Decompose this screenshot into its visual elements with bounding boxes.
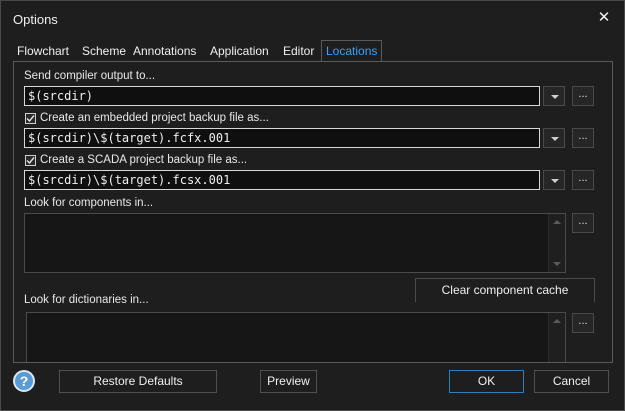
embedded-backup-combo[interactable]: $(srcdir)\$(target).fcfx.001 bbox=[24, 128, 540, 148]
checkbox-check-icon bbox=[26, 157, 35, 165]
compiler-output-browse-button[interactable]: ... bbox=[572, 86, 594, 106]
checkbox-check-icon bbox=[26, 115, 35, 123]
dialog-title: Options bbox=[13, 12, 58, 27]
dictionaries-scrollbar[interactable] bbox=[548, 313, 565, 362]
tab-locations[interactable]: Locations bbox=[321, 40, 383, 62]
compiler-output-value: $(srcdir) bbox=[28, 89, 94, 103]
ok-button[interactable]: OK bbox=[449, 370, 524, 393]
dropdown-arrow-icon bbox=[551, 95, 559, 99]
options-dialog: Options ✕ Flowchart Scheme Annotations A… bbox=[0, 0, 625, 411]
dictionaries-browse-button[interactable]: ... bbox=[572, 313, 594, 333]
close-icon[interactable]: ✕ bbox=[594, 8, 614, 28]
dropdown-arrow-icon bbox=[551, 179, 559, 183]
preview-button[interactable]: Preview bbox=[260, 370, 317, 393]
cancel-button[interactable]: Cancel bbox=[534, 370, 609, 393]
scada-backup-checkbox[interactable] bbox=[25, 155, 36, 166]
tab-annotations[interactable]: Annotations bbox=[129, 41, 200, 61]
tab-scheme[interactable]: Scheme bbox=[78, 41, 130, 61]
components-label: Look for components in... bbox=[24, 197, 154, 209]
compiler-output-combo[interactable]: $(srcdir) bbox=[24, 86, 540, 106]
restore-defaults-button[interactable]: Restore Defaults bbox=[59, 370, 217, 393]
compiler-output-dropdown[interactable] bbox=[543, 86, 565, 106]
tab-editor[interactable]: Editor bbox=[279, 41, 318, 61]
embedded-backup-browse-button[interactable]: ... bbox=[572, 128, 594, 148]
dictionaries-list[interactable] bbox=[26, 312, 566, 362]
scada-backup-combo[interactable]: $(srcdir)\$(target).fcsx.001 bbox=[24, 170, 540, 190]
scroll-up-icon[interactable] bbox=[553, 220, 561, 224]
title-bar: Options ✕ bbox=[1, 1, 624, 37]
scada-backup-label: Create a SCADA project backup file as... bbox=[40, 154, 248, 166]
scada-backup-dropdown[interactable] bbox=[543, 170, 565, 190]
embedded-backup-dropdown[interactable] bbox=[543, 128, 565, 148]
compiler-output-label: Send compiler output to... bbox=[24, 70, 156, 82]
scroll-down-icon[interactable] bbox=[553, 262, 561, 266]
components-list[interactable] bbox=[24, 213, 566, 273]
embedded-backup-checkbox[interactable] bbox=[25, 113, 36, 124]
scada-backup-browse-button[interactable]: ... bbox=[572, 170, 594, 190]
embedded-backup-label: Create an embedded project backup file a… bbox=[40, 112, 269, 124]
scada-backup-value: $(srcdir)\$(target).fcsx.001 bbox=[28, 173, 231, 187]
tab-application[interactable]: Application bbox=[206, 41, 273, 61]
help-icon[interactable]: ? bbox=[13, 370, 35, 392]
components-scrollbar[interactable] bbox=[548, 214, 565, 272]
dropdown-arrow-icon bbox=[551, 137, 559, 141]
clear-component-cache-button[interactable]: Clear component cache bbox=[415, 278, 595, 302]
dictionaries-label: Look for dictionaries in... bbox=[24, 294, 149, 306]
embedded-backup-value: $(srcdir)\$(target).fcfx.001 bbox=[28, 131, 231, 145]
tab-flowchart[interactable]: Flowchart bbox=[13, 41, 73, 61]
scroll-up-icon[interactable] bbox=[553, 319, 561, 323]
locations-panel: Send compiler output to... $(srcdir) ...… bbox=[13, 61, 613, 363]
components-browse-button[interactable]: ... bbox=[572, 213, 594, 233]
